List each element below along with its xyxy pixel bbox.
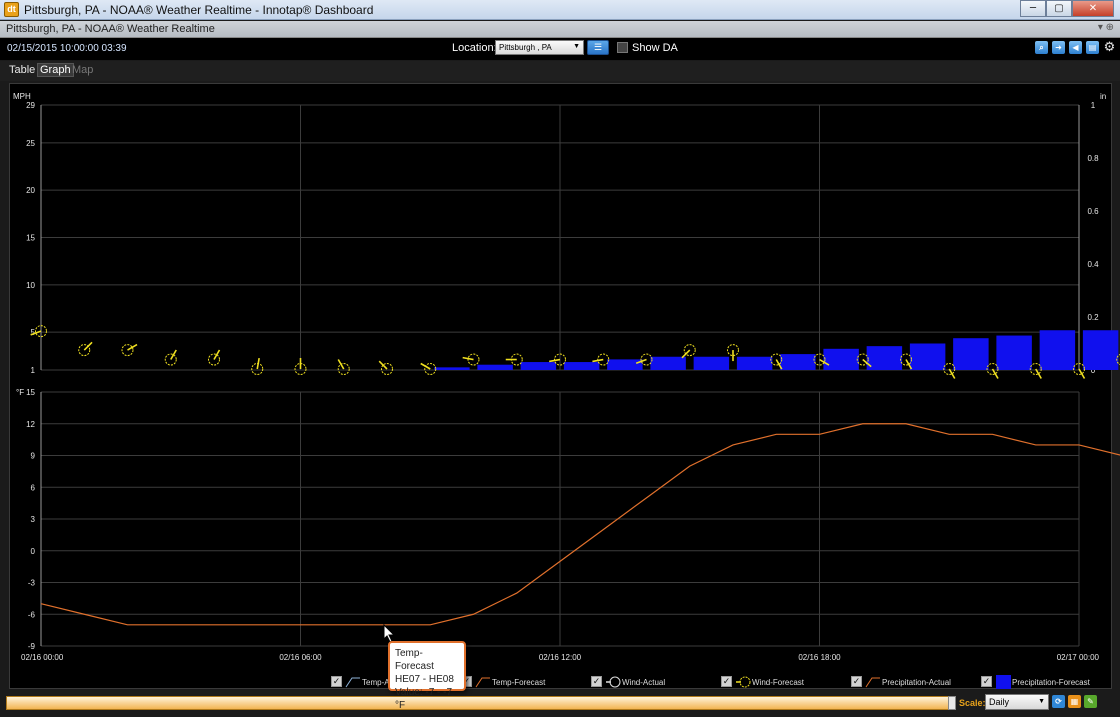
y-right-axis-title: in bbox=[1100, 92, 1106, 101]
check-icon[interactable]: ✓ bbox=[981, 676, 992, 687]
wind-arrow bbox=[378, 360, 388, 370]
scale-icons: ⟳ ▦ ✎ bbox=[1052, 695, 1097, 708]
tooltip-range: HE07 - HE08 bbox=[395, 674, 454, 685]
legend-label: Precipitation-Actual bbox=[882, 678, 951, 687]
wind-arrow bbox=[592, 358, 604, 363]
precip-bar bbox=[434, 367, 470, 370]
precip-bar bbox=[780, 354, 816, 370]
y-tick-label: 15 bbox=[26, 234, 35, 243]
precip-bar bbox=[1082, 330, 1119, 370]
scale-bar: Scale: Daily ▼ ⟳ ▦ ✎ bbox=[0, 690, 1120, 717]
x-tick-label: 02/17 00:00 bbox=[1057, 653, 1100, 662]
check-icon[interactable]: ✓ bbox=[591, 676, 602, 687]
y-tick-label: 20 bbox=[26, 186, 35, 195]
y-tick-label: -6 bbox=[28, 610, 36, 619]
y-tick-label: 0 bbox=[31, 547, 36, 556]
timeline-scrollbar[interactable] bbox=[6, 696, 956, 710]
wind-arrow bbox=[420, 362, 431, 370]
precip-bar bbox=[607, 359, 643, 370]
wind-series-icon bbox=[736, 676, 751, 688]
line-series-icon bbox=[865, 677, 880, 688]
y-tick-label: 6 bbox=[31, 483, 36, 492]
wind-arrow bbox=[256, 358, 260, 370]
y-tick-label: 3 bbox=[31, 515, 36, 524]
temp-forecast-line bbox=[40, 423, 1120, 626]
line-series-icon bbox=[475, 677, 490, 688]
y-tick-label: 9 bbox=[31, 452, 36, 461]
x-tick-label: 02/16 00:00 bbox=[21, 653, 64, 662]
check-icon[interactable]: ✓ bbox=[851, 676, 862, 687]
precip-bar bbox=[736, 356, 773, 370]
scale-select[interactable]: Daily ▼ bbox=[985, 694, 1049, 710]
precip-bar bbox=[693, 356, 730, 370]
y-tick-label: 10 bbox=[26, 281, 35, 290]
legend-label: Wind-Forecast bbox=[752, 678, 805, 687]
precip-bar bbox=[520, 362, 557, 370]
precip-bar bbox=[909, 343, 946, 370]
app-window: dt Pittsburgh, PA - NOAA® Weather Realti… bbox=[0, 0, 1120, 717]
check-icon[interactable]: ✓ bbox=[721, 676, 732, 687]
wind-series-icon bbox=[606, 676, 621, 688]
legend-label: Precipitation-Forecast bbox=[1012, 678, 1090, 687]
line-series-icon bbox=[345, 677, 360, 688]
scale-label: Scale: bbox=[959, 698, 986, 708]
wind-arrow bbox=[83, 341, 93, 351]
y-right-tick-label: 0.8 bbox=[1087, 154, 1099, 163]
y-axis-title: °F bbox=[16, 388, 24, 397]
weather-chart: 29252015105110.80.60.40.20MPH in15129630-… bbox=[13, 92, 1120, 662]
precip-bar bbox=[563, 362, 600, 370]
edit-icon[interactable]: ✎ bbox=[1084, 695, 1097, 708]
y-tick-label: -3 bbox=[28, 579, 36, 588]
wind-arrow bbox=[127, 343, 138, 351]
chart-legend: ✓ Temp-Actual ✓ Temp-Forecast ✓ Wind-Act… bbox=[0, 673, 1120, 691]
precip-bar bbox=[996, 335, 1032, 370]
chevron-down-icon: ▼ bbox=[1038, 698, 1045, 705]
wind-arrow bbox=[549, 358, 561, 363]
refresh-icon[interactable]: ⟳ bbox=[1052, 695, 1065, 708]
wind-arrow bbox=[337, 359, 345, 370]
wind-arrow bbox=[213, 349, 221, 360]
y-right-tick-label: 0.4 bbox=[1087, 260, 1099, 269]
y-axis-title: MPH bbox=[13, 92, 31, 101]
y-tick-label: -9 bbox=[28, 642, 36, 651]
x-tick-label: 02/16 06:00 bbox=[279, 653, 322, 662]
y-tick-label: 25 bbox=[26, 139, 35, 148]
tooltip-value: Value: -7 - -7 °F bbox=[395, 687, 453, 711]
scale-value: Daily bbox=[989, 697, 1010, 707]
y-tick-label: 12 bbox=[26, 420, 35, 429]
legend-label: Wind-Actual bbox=[622, 678, 666, 687]
tooltip-title: Temp-Forecast bbox=[395, 648, 434, 672]
bar-series-icon bbox=[996, 675, 1011, 689]
check-icon[interactable]: ✓ bbox=[331, 676, 342, 687]
grid-icon[interactable]: ▦ bbox=[1068, 695, 1081, 708]
wind-arrow bbox=[462, 356, 474, 361]
precip-bar bbox=[1039, 330, 1076, 370]
y-tick-label: 1 bbox=[31, 366, 36, 375]
precip-bar bbox=[953, 338, 989, 370]
y-right-tick-label: 0.6 bbox=[1087, 207, 1099, 216]
y-tick-label: 29 bbox=[26, 101, 35, 110]
scrollbar-thumb[interactable] bbox=[948, 696, 956, 710]
precip-bar bbox=[866, 346, 903, 370]
precip-bar bbox=[477, 364, 513, 370]
precip-bar bbox=[650, 356, 686, 370]
y-tick-label: 15 bbox=[26, 388, 35, 397]
wind-arrow bbox=[1078, 368, 1086, 379]
wind-arrow bbox=[681, 349, 691, 359]
precip-bar bbox=[823, 348, 859, 370]
x-tick-label: 02/16 12:00 bbox=[539, 653, 582, 662]
wind-arrow bbox=[170, 349, 177, 360]
chart-tooltip: Temp-Forecast HE07 - HE08 Value: -7 - -7… bbox=[388, 641, 466, 711]
y-right-tick-label: 1 bbox=[1091, 101, 1096, 110]
legend-label: Temp-Forecast bbox=[492, 678, 546, 687]
x-tick-label: 02/16 18:00 bbox=[798, 653, 841, 662]
y-right-tick-label: 0.2 bbox=[1087, 313, 1099, 322]
